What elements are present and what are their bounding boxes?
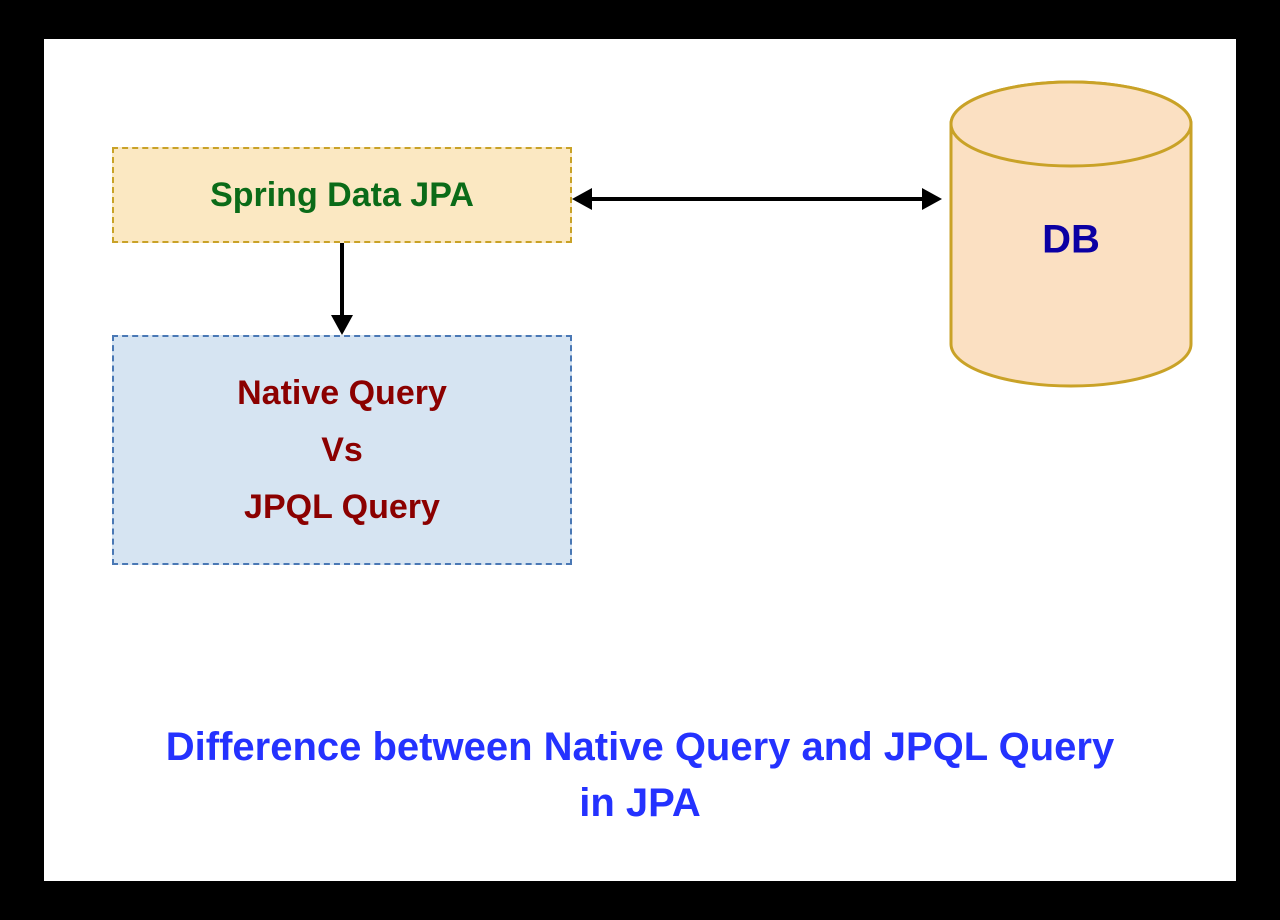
native-query-label: Native Query [237,374,447,413]
database-cylinder: DB [946,79,1196,389]
query-comparison-box: Native Query Vs JPQL Query [112,335,572,565]
spring-data-jpa-label: Spring Data JPA [210,176,474,215]
caption-line-1: Difference between Native Query and JPQL… [74,719,1206,775]
arrow-down-head-icon [331,315,353,335]
arrow-down-line [340,243,344,315]
arrow-h-line [592,197,922,201]
arrow-bidirectional [572,189,942,209]
diagram-caption: Difference between Native Query and JPQL… [44,719,1236,831]
spring-data-jpa-box: Spring Data JPA [112,147,572,243]
caption-line-2: in JPA [74,775,1206,831]
arrow-down [332,243,352,335]
db-label: DB [1042,218,1100,263]
arrow-right-head-icon [922,188,942,210]
arrow-left-head-icon [572,188,592,210]
jpql-query-label: JPQL Query [244,488,440,527]
vs-label: Vs [321,431,363,470]
diagram-canvas: Spring Data JPA Native Query Vs JPQL Que… [44,39,1236,881]
